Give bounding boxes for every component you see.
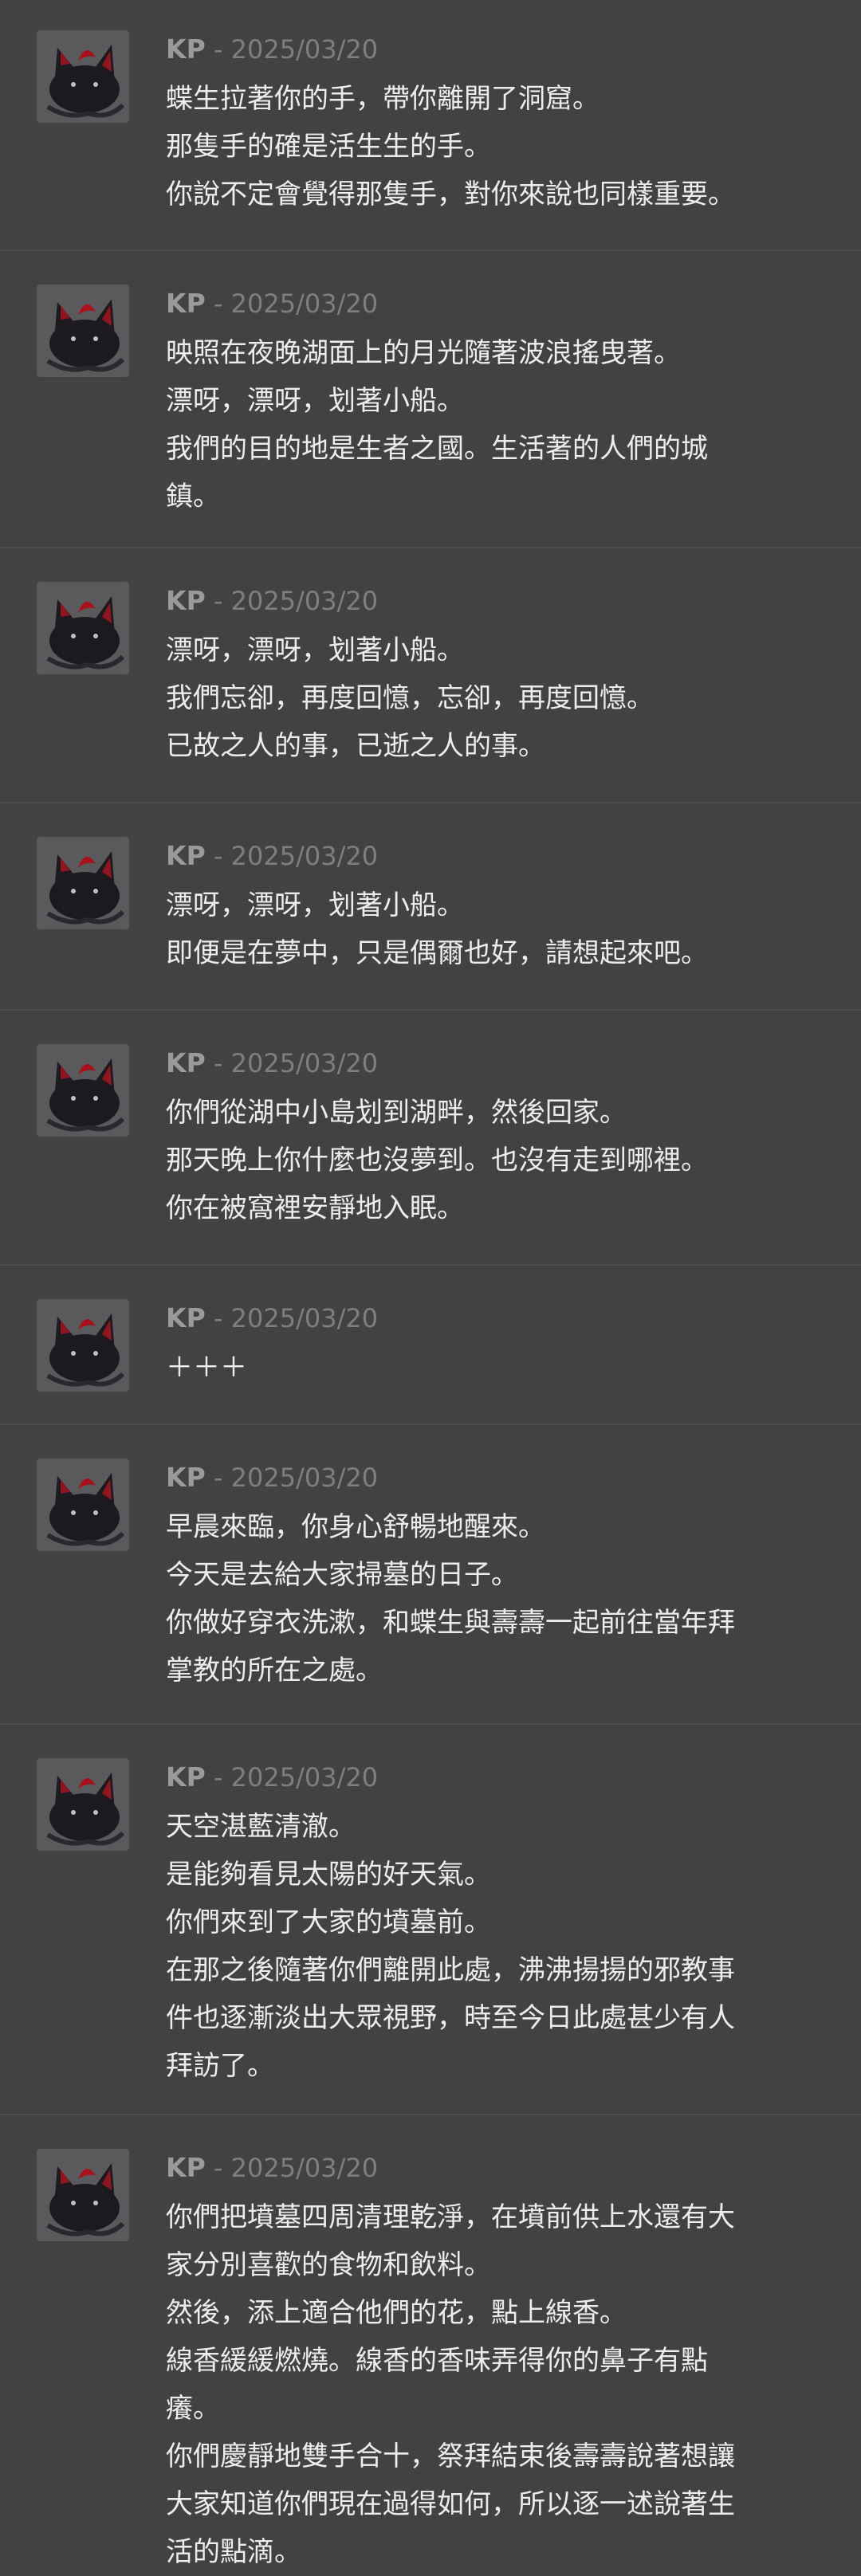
message-line: 漂呀，漂呀，划著小船。 [166,385,464,417]
avatar[interactable] [37,582,129,674]
message-line: 大家知道你們現在過得如何，所以逐一述說著生 [166,2488,735,2520]
message-line: 癢。 [166,2393,220,2425]
message-line: 那隻手的確是活生生的手。 [166,131,491,163]
message-date: 2025/03/20 [230,2153,379,2183]
avatar[interactable] [37,837,129,929]
message-line: 你們來到了大家的墳墓前。 [166,1906,491,1938]
message-line: 你做好穿衣洗漱，和蝶生與壽壽一起前往當年拜 [166,1607,735,1639]
message-line: 鎮。 [166,481,220,512]
message-line: 活的點滴。 [166,2536,301,2568]
message-line: 映照在夜晚湖面上的月光隨著波浪搖曳著。 [166,337,681,369]
message-date: 2025/03/20 [230,1463,379,1493]
black-cat-avatar-icon [37,1044,129,1137]
message-line: 你在被窩裡安靜地入眠。 [166,1192,464,1224]
message-line: 你們把墳墓四周清理乾淨，在墳前供上水還有大 [166,2201,735,2233]
author-name: KP [166,1761,206,1793]
author-name: KP [166,585,206,616]
message-header: KP - 2025/03/20 [166,285,845,323]
author-name: KP [166,1047,206,1078]
message-line: 掌教的所在之處。 [166,1655,383,1687]
chat-message: KP - 2025/03/20 映照在夜晚湖面上的月光隨著波浪搖曳著。 漂呀，漂… [0,251,861,548]
author-name: KP [166,2152,206,2183]
avatar[interactable] [37,1459,129,1551]
chat-message: KP - 2025/03/20 蝶生拉著你的手，帶你離開了洞窟。 那隻手的確是活… [0,0,861,251]
message-line: 家分別喜歡的食物和飲料。 [166,2249,491,2281]
message-line: 今天是去給大家掃墓的日子。 [166,1559,518,1591]
chat-message: KP - 2025/03/20 漂呀，漂呀，划著小船。 我們忘卻，再度回憶，忘卻… [0,548,861,803]
message-header: KP - 2025/03/20 [166,1044,845,1082]
chat-log: KP - 2025/03/20 蝶生拉著你的手，帶你離開了洞窟。 那隻手的確是活… [0,0,861,2576]
author-name: KP [166,1462,206,1493]
avatar[interactable] [37,30,129,123]
avatar[interactable] [37,1044,129,1137]
avatar[interactable] [37,1299,129,1392]
meta-separator: - [205,34,231,65]
message-line: 蝶生拉著你的手，帶你離開了洞窟。 [166,83,600,115]
message-date: 2025/03/20 [230,586,379,616]
meta-separator: - [205,1303,231,1333]
author-name: KP [166,1302,206,1333]
message-line: ＋＋＋ [166,1352,247,1384]
author-name: KP [166,840,206,871]
message-header: KP - 2025/03/20 [166,1299,845,1337]
meta-separator: - [205,1762,231,1793]
message-line: 我們的目的地是生者之國。生活著的人們的城 [166,433,708,465]
message-header: KP - 2025/03/20 [166,2149,845,2187]
meta-separator: - [205,841,231,871]
message-line: 已故之人的事，已逝之人的事。 [166,730,545,762]
chat-message: KP - 2025/03/20 早晨來臨，你身心舒暢地醒來。 今天是去給大家掃墓… [0,1425,861,1725]
chat-message: KP - 2025/03/20 你們把墳墓四周清理乾淨，在墳前供上水還有大 家分… [0,2115,861,2576]
message-line: 在那之後隨著你們離開此處，沸沸揚揚的邪教事 [166,1954,735,1986]
message-date: 2025/03/20 [230,289,379,319]
black-cat-avatar-icon [37,285,129,377]
meta-separator: - [205,1463,231,1493]
message-line: 你們慶靜地雙手合十，祭拜結束後壽壽說著想讓 [166,2441,735,2472]
message-line: 我們忘卻，再度回憶，忘卻，再度回憶。 [166,682,654,714]
chat-message: KP - 2025/03/20 天空湛藍清澈。 是能夠看見太陽的好天氣。 你們來… [0,1725,861,2115]
message-line: 你們從湖中小島划到湖畔，然後回家。 [166,1097,627,1129]
black-cat-avatar-icon [37,1758,129,1851]
black-cat-avatar-icon [37,2149,129,2241]
meta-separator: - [205,1048,231,1078]
meta-separator: - [205,2153,231,2183]
message-line: 你說不定會覺得那隻手，對你來說也同樣重要。 [166,179,735,210]
message-line: 那天晚上你什麼也沒夢到。也沒有走到哪裡。 [166,1145,708,1176]
chat-message: KP - 2025/03/20 你們從湖中小島划到湖畔，然後回家。 那天晚上你什… [0,1011,861,1266]
message-line: 天空湛藍清澈。 [166,1811,356,1843]
message-line: 早晨來臨，你身心舒暢地醒來。 [166,1511,545,1543]
message-date: 2025/03/20 [230,1048,379,1078]
black-cat-avatar-icon [37,1459,129,1551]
message-header: KP - 2025/03/20 [166,1758,845,1797]
message-header: KP - 2025/03/20 [166,1459,845,1497]
author-name: KP [166,33,206,65]
message-header: KP - 2025/03/20 [166,30,845,69]
meta-separator: - [205,586,231,616]
author-name: KP [166,288,206,319]
avatar[interactable] [37,1758,129,1851]
avatar[interactable] [37,2149,129,2241]
message-header: KP - 2025/03/20 [166,837,845,875]
message-line: 件也逐漸淡出大眾視野，時至今日此處甚少有人 [166,2002,735,2034]
black-cat-avatar-icon [37,582,129,674]
chat-message: KP - 2025/03/20 漂呀，漂呀，划著小船。 即便是在夢中，只是偶爾也… [0,803,861,1011]
message-line: 漂呀，漂呀，划著小船。 [166,634,464,666]
message-line: 拜訪了。 [166,2050,274,2082]
meta-separator: - [205,289,231,319]
black-cat-avatar-icon [37,837,129,929]
message-line: 即便是在夢中，只是偶爾也好，請想起來吧。 [166,937,708,969]
message-date: 2025/03/20 [230,1303,379,1333]
avatar[interactable] [37,285,129,377]
message-header: KP - 2025/03/20 [166,582,845,620]
message-line: 然後，添上適合他們的花，點上線香。 [166,2297,627,2329]
chat-message: KP - 2025/03/20 ＋＋＋ [0,1266,861,1425]
message-date: 2025/03/20 [230,841,379,871]
message-line: 線香緩緩燃燒。線香的香味弄得你的鼻子有點 [166,2345,708,2377]
message-date: 2025/03/20 [230,1762,379,1793]
message-line: 漂呀，漂呀，划著小船。 [166,889,464,921]
message-date: 2025/03/20 [230,34,379,65]
black-cat-avatar-icon [37,30,129,123]
message-line: 是能夠看見太陽的好天氣。 [166,1859,491,1891]
black-cat-avatar-icon [37,1299,129,1392]
